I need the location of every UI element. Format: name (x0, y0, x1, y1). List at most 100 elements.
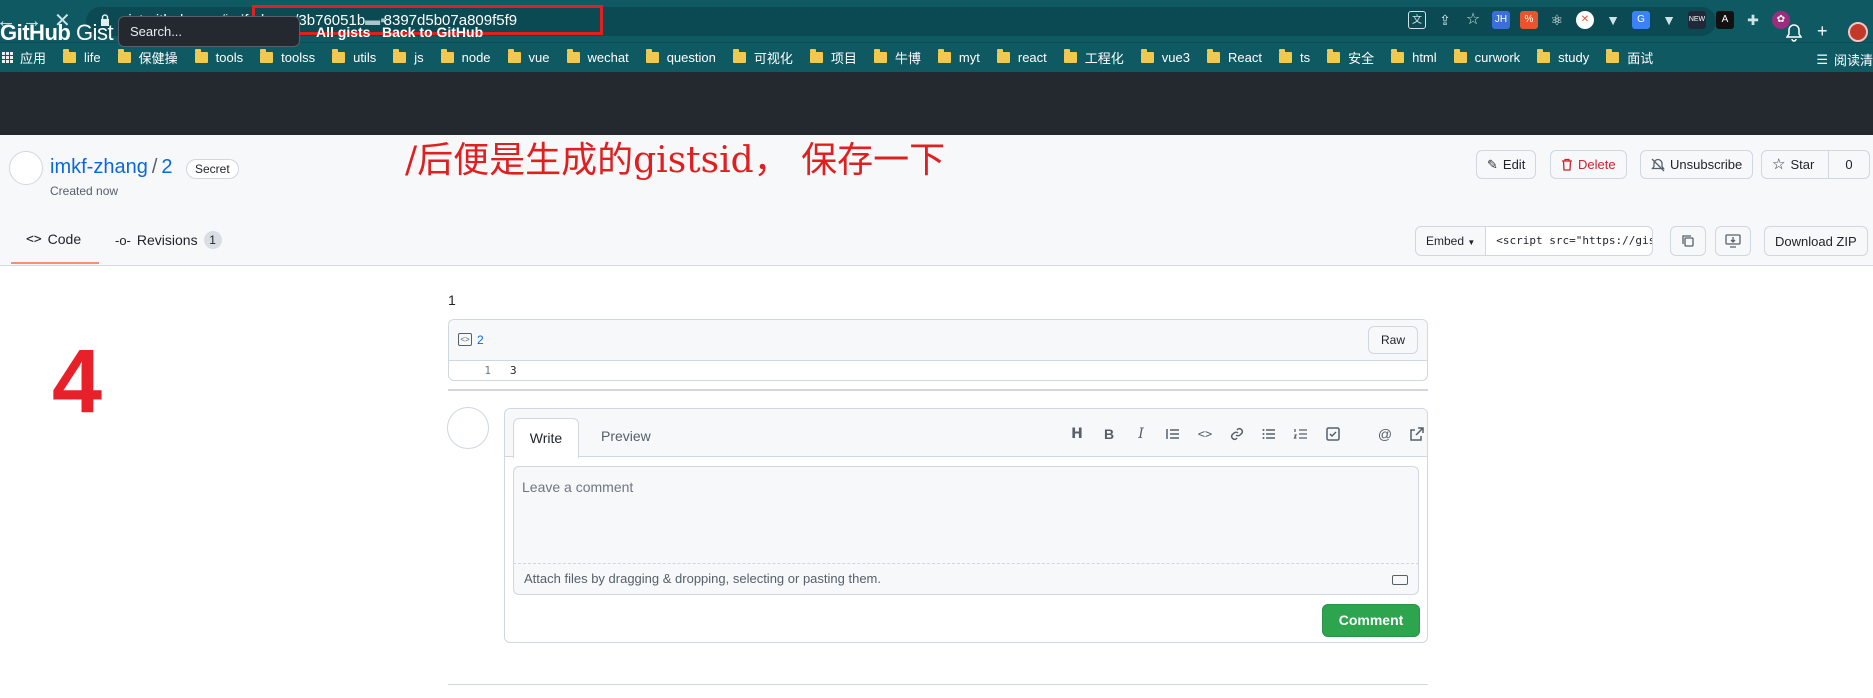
star-button[interactable]: ☆ Star (1761, 150, 1829, 179)
angular-icon[interactable]: A (1716, 11, 1734, 29)
code-icon[interactable]: <> (1189, 424, 1221, 444)
open-desktop-button[interactable] (1715, 226, 1751, 256)
bookmark-folder[interactable]: vue3 (1140, 49, 1190, 65)
folder-icon (63, 49, 77, 63)
comment-submit-button[interactable]: Comment (1322, 604, 1420, 637)
bookmark-folder[interactable]: 保健操 (117, 48, 178, 67)
tab-revisions[interactable]: -o- Revisions 1 (115, 231, 222, 249)
puzzle-extensions-icon[interactable]: ✚ (1744, 11, 1762, 29)
react-devtools-icon[interactable]: ⚛ (1548, 11, 1566, 29)
translate-extension-icon[interactable]: % (1520, 11, 1538, 29)
bookmark-folder[interactable]: ts (1278, 49, 1310, 65)
folder-icon (1063, 49, 1077, 63)
secret-badge: Secret (186, 159, 239, 179)
raw-button[interactable]: Raw (1367, 326, 1418, 354)
owner-avatar[interactable] (9, 151, 43, 185)
bookmark-folder[interactable]: 可视化 (732, 48, 793, 67)
tab-code[interactable]: <> Code (26, 231, 81, 247)
bookmark-folder[interactable]: myt (937, 49, 980, 65)
bookmark-folder[interactable]: 工程化 (1063, 48, 1124, 67)
reference-icon[interactable] (1401, 424, 1433, 444)
owner-link[interactable]: imkf-zhang (50, 156, 148, 178)
heading-icon[interactable]: H (1061, 424, 1093, 444)
tab-preview[interactable]: Preview (601, 428, 651, 444)
bookmark-folder[interactable]: question (645, 49, 716, 65)
new-extension-icon[interactable]: NEW (1688, 11, 1706, 29)
bookmark-folder[interactable]: 面试 (1606, 48, 1653, 67)
download-zip-button[interactable]: Download ZIP (1764, 226, 1868, 256)
vue-devtools-icon[interactable]: ▼ (1604, 11, 1622, 29)
share-icon[interactable]: ⇪ (1436, 11, 1454, 29)
bookmark-folder[interactable]: 安全 (1327, 48, 1374, 67)
folder-icon (732, 49, 746, 63)
bookmark-folder[interactable]: tools (194, 49, 243, 65)
file-name-link[interactable]: 2 (477, 333, 484, 347)
folder-icon (1606, 49, 1620, 63)
github-gist-logo[interactable]: GitHub Gist (0, 20, 114, 46)
annotation-text: /后便是生成的gistsid， 保存一下 (405, 140, 946, 181)
bookmark-folder[interactable]: wechat (566, 49, 629, 65)
line-number[interactable]: 1 (449, 361, 491, 380)
unsubscribe-button[interactable]: Unsubscribe (1640, 150, 1754, 179)
bottom-divider (448, 684, 1428, 685)
browser-toolbar-icons: 文 ⇪ ☆ JH % ⚛ ✕ ▼ G ▼ NEW A ✚ ✿ (1408, 11, 1790, 29)
italic-icon[interactable]: I (1125, 424, 1157, 444)
bookmark-folder[interactable]: vue (507, 49, 550, 65)
folder-icon (937, 49, 951, 63)
jh-extension-icon[interactable]: JH (1492, 11, 1510, 29)
bookmark-folder[interactable]: utils (332, 49, 376, 65)
ordered-list-icon[interactable] (1285, 424, 1317, 444)
bookmark-folder[interactable]: React (1206, 49, 1262, 65)
quote-icon[interactable] (1157, 424, 1189, 444)
folder-icon (393, 49, 407, 63)
all-gists-link[interactable]: All gists (316, 24, 370, 40)
unordered-list-icon[interactable] (1253, 424, 1285, 444)
attach-files-area[interactable]: Attach files by dragging & dropping, sel… (513, 564, 1419, 595)
close-extension-icon[interactable]: ✕ (1576, 11, 1594, 29)
bookmark-folder[interactable]: js (393, 49, 424, 65)
reading-list-button[interactable]: ☰ 阅读清 (1816, 50, 1873, 69)
copy-button[interactable] (1670, 226, 1706, 256)
bold-icon[interactable]: B (1093, 424, 1125, 444)
caret-down-icon: ▼ (1467, 238, 1476, 247)
bookmark-folder[interactable]: study (1537, 49, 1589, 65)
bookmark-folder[interactable]: react (996, 49, 1047, 65)
bell-icon[interactable] (1786, 24, 1802, 42)
folder-icon (117, 49, 131, 63)
vue-extension-icon[interactable]: ▼ (1660, 11, 1678, 29)
code-line: 1 3 (449, 361, 1427, 380)
bookmark-folder[interactable]: html (1391, 49, 1437, 65)
bookmark-folder[interactable]: 项目 (809, 48, 857, 67)
bookmark-folder[interactable]: toolss (260, 49, 315, 65)
folder-icon (1327, 49, 1341, 63)
gist-name-link[interactable]: 2 (161, 156, 172, 178)
bookmark-folder[interactable]: 牛博 (873, 48, 921, 67)
back-to-github-link[interactable]: Back to GitHub (382, 24, 483, 40)
tab-write[interactable]: Write (513, 418, 579, 458)
folder-icon (809, 49, 823, 63)
embed-code-input[interactable]: <script src="https://gist.github.com/ (1486, 226, 1654, 256)
plus-icon[interactable]: + (1817, 21, 1828, 42)
mention-icon[interactable]: @ (1369, 424, 1401, 444)
search-input[interactable] (118, 16, 300, 47)
google-translate-icon[interactable]: G (1632, 11, 1650, 29)
star-icon: ☆ (1772, 156, 1786, 173)
embed-select[interactable]: Embed ▼ (1415, 226, 1487, 256)
bookmark-folder[interactable]: curwork (1453, 49, 1520, 65)
folder-icon (1206, 49, 1220, 63)
bookmark-star-icon[interactable]: ☆ (1464, 11, 1482, 29)
folder-icon (996, 49, 1010, 63)
edit-button[interactable]: ✎ Edit (1476, 150, 1537, 179)
translate-icon[interactable]: 文 (1408, 11, 1426, 29)
user-avatar[interactable] (1848, 22, 1868, 42)
revisions-counter: 1 (203, 231, 222, 249)
link-icon[interactable] (1221, 424, 1253, 444)
delete-button[interactable]: Delete (1550, 150, 1627, 179)
bookmark-folder[interactable]: life (63, 49, 101, 65)
bookmark-folder[interactable]: node (440, 49, 491, 65)
comment-textarea[interactable] (513, 466, 1419, 564)
toolbar-spacer (1349, 424, 1369, 444)
task-list-icon[interactable] (1317, 424, 1349, 444)
folder-icon (332, 49, 346, 63)
bookmark-apps[interactable]: 应用 (2, 48, 46, 67)
